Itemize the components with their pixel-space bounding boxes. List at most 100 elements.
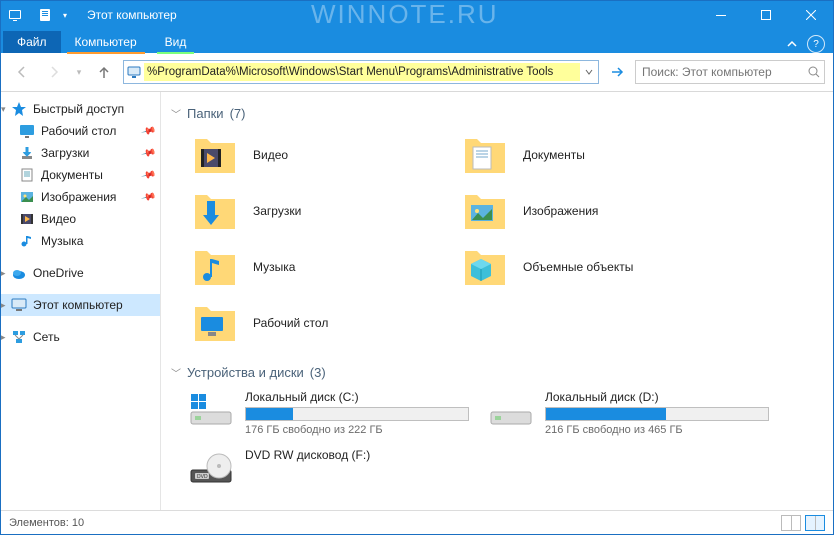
drive-name: Локальный диск (D:)	[545, 390, 769, 404]
qat-separator	[27, 7, 33, 23]
drive-name: Локальный диск (C:)	[245, 390, 469, 404]
drive-usage-bar	[545, 407, 769, 421]
qat-dropdown-icon[interactable]: ▾	[57, 7, 73, 23]
explorer-window: ▾ Этот компьютер WINNOTE.RU Файл Компьют…	[0, 0, 834, 535]
pin-icon: 📌	[140, 145, 156, 161]
sidebar-item-desktop[interactable]: Рабочий стол 📌	[1, 120, 160, 142]
address-input[interactable]	[144, 63, 580, 81]
sidebar-onedrive[interactable]: ▸ OneDrive	[1, 262, 160, 284]
section-count: (7)	[230, 106, 246, 121]
pin-icon: 📌	[140, 123, 156, 139]
folder-icon	[461, 187, 509, 235]
drive-dvd[interactable]: DVD DVD RW дисковод (F:)	[189, 446, 469, 486]
sidebar-network[interactable]: ▸ Сеть	[1, 326, 160, 348]
drive-hdd-icon	[489, 388, 533, 428]
folder-videos[interactable]: Видео	[189, 129, 449, 181]
documents-icon	[19, 167, 35, 183]
status-bar: Элементов: 10	[1, 510, 833, 534]
folder-3d-objects[interactable]: Объемные объекты	[459, 241, 719, 293]
sidebar-item-label: Быстрый доступ	[33, 102, 124, 116]
sidebar-item-pictures[interactable]: Изображения 📌	[1, 186, 160, 208]
chevron-down-icon: ﹀	[171, 106, 181, 121]
address-go-button[interactable]	[605, 60, 629, 84]
titlebar: ▾ Этот компьютер WINNOTE.RU	[1, 1, 833, 29]
desktop-icon	[19, 123, 35, 139]
section-drives-header[interactable]: ﹀ Устройства и диски (3)	[161, 361, 829, 388]
quick-access-toolbar: ▾	[1, 7, 79, 23]
folder-icon	[191, 243, 239, 291]
section-count: (3)	[310, 365, 326, 380]
minimize-button[interactable]	[698, 1, 743, 29]
drive-usage-bar	[245, 407, 469, 421]
nav-history-dropdown[interactable]: ▾	[73, 59, 85, 85]
maximize-button[interactable]	[743, 1, 788, 29]
sidebar-item-label: Документы	[41, 168, 103, 182]
music-icon	[19, 233, 35, 249]
sidebar-item-label: Видео	[41, 212, 76, 226]
nav-up-button[interactable]	[91, 59, 117, 85]
folder-documents[interactable]: Документы	[459, 129, 719, 181]
view-details-button[interactable]	[781, 515, 801, 531]
search-box	[635, 60, 825, 84]
search-input[interactable]	[636, 65, 803, 79]
view-tiles-button[interactable]	[805, 515, 825, 531]
status-text: Элементов: 10	[9, 517, 84, 529]
body: ▾ Быстрый доступ Рабочий стол 📌 Загрузки…	[1, 92, 833, 510]
folder-label: Объемные объекты	[523, 260, 633, 274]
sidebar-item-label: OneDrive	[33, 266, 84, 280]
help-icon[interactable]: ?	[807, 35, 825, 53]
drive-free-text: 176 ГБ свободно из 222 ГБ	[245, 424, 469, 436]
folder-label: Музыка	[253, 260, 295, 274]
sidebar-item-label: Рабочий стол	[41, 124, 116, 138]
sidebar-item-label: Загрузки	[41, 146, 89, 160]
close-button[interactable]	[788, 1, 833, 29]
nav-forward-button[interactable]	[41, 59, 67, 85]
svg-text:DVD: DVD	[197, 474, 208, 480]
sidebar-item-downloads[interactable]: Загрузки 📌	[1, 142, 160, 164]
pictures-icon	[19, 189, 35, 205]
folder-label: Загрузки	[253, 204, 301, 218]
navigation-pane: ▾ Быстрый доступ Рабочий стол 📌 Загрузки…	[1, 92, 161, 510]
folder-downloads[interactable]: Загрузки	[189, 185, 449, 237]
content-pane[interactable]: ﹀ Папки (7) Видео Документы Загрузки	[161, 92, 833, 510]
sidebar-item-documents[interactable]: Документы 📌	[1, 164, 160, 186]
folder-label: Видео	[253, 148, 288, 162]
folder-icon	[461, 243, 509, 291]
section-title: Устройства и диски	[187, 365, 304, 380]
tab-computer[interactable]: Компьютер	[61, 31, 151, 53]
folder-icon	[191, 299, 239, 347]
sidebar-this-pc[interactable]: ▸ Этот компьютер	[1, 294, 160, 316]
folder-icon	[461, 131, 509, 179]
folder-music[interactable]: Музыка	[189, 241, 449, 293]
sidebar-item-music[interactable]: Музыка	[1, 230, 160, 252]
videos-icon	[19, 211, 35, 227]
folder-desktop[interactable]: Рабочий стол	[189, 297, 449, 349]
search-icon[interactable]	[803, 65, 824, 79]
section-title: Папки	[187, 106, 224, 121]
drive-d[interactable]: Локальный диск (D:) 216 ГБ свободно из 4…	[489, 388, 769, 436]
nav-back-button[interactable]	[9, 59, 35, 85]
address-pc-icon	[124, 65, 144, 79]
folder-label: Документы	[523, 148, 585, 162]
properties-icon[interactable]	[37, 7, 53, 23]
section-folders-header[interactable]: ﹀ Папки (7)	[161, 102, 829, 129]
sidebar-quick-access[interactable]: ▾ Быстрый доступ	[1, 98, 160, 120]
app-icon	[7, 7, 23, 23]
drives-grid: Локальный диск (C:) 176 ГБ свободно из 2…	[161, 388, 829, 496]
window-title: Этот компьютер	[87, 8, 177, 22]
drive-free-text: 216 ГБ свободно из 465 ГБ	[545, 424, 769, 436]
sidebar-item-videos[interactable]: Видео	[1, 208, 160, 230]
sidebar-item-label: Этот компьютер	[33, 298, 123, 312]
collapse-ribbon-icon[interactable]	[783, 35, 801, 53]
folders-grid: Видео Документы Загрузки Изображения	[161, 129, 829, 361]
file-tab[interactable]: Файл	[3, 31, 61, 53]
address-dropdown-icon[interactable]	[580, 68, 598, 76]
drive-c[interactable]: Локальный диск (C:) 176 ГБ свободно из 2…	[189, 388, 469, 436]
chevron-down-icon: ﹀	[171, 365, 181, 380]
watermark: WINNOTE.RU	[311, 0, 499, 30]
pc-icon	[11, 297, 27, 313]
chevron-right-icon: ▸	[1, 300, 11, 311]
folder-pictures[interactable]: Изображения	[459, 185, 719, 237]
tab-view[interactable]: Вид	[151, 31, 201, 53]
sidebar-item-label: Сеть	[33, 330, 60, 344]
